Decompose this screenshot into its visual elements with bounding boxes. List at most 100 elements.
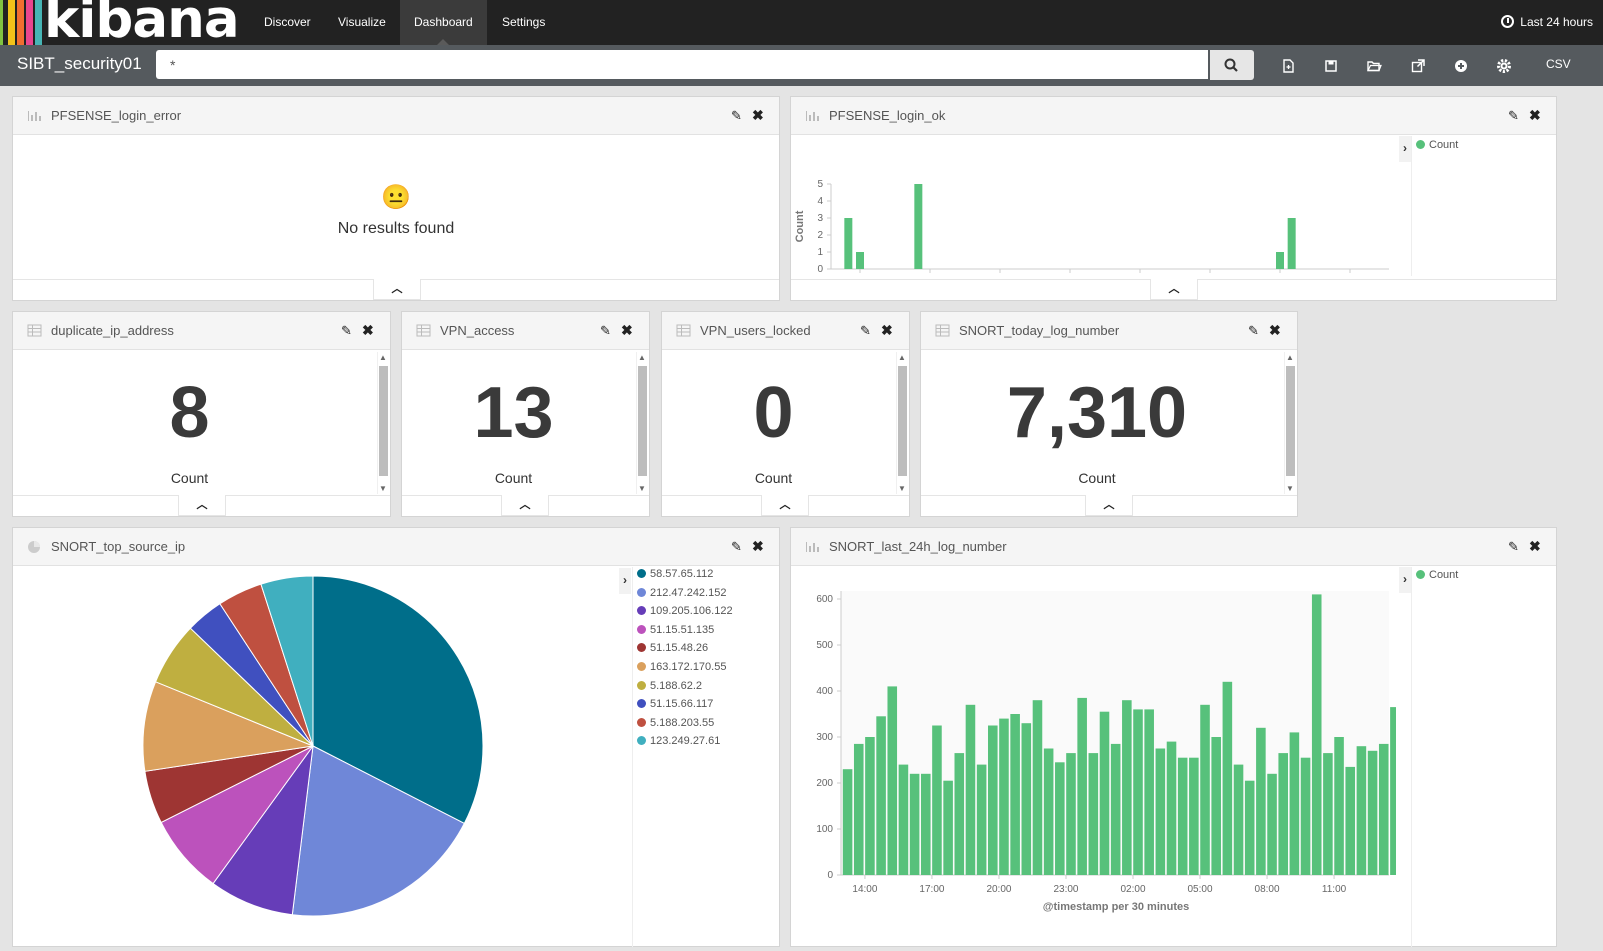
close-icon[interactable]: ✖	[752, 538, 764, 555]
close-icon[interactable]: ✖	[1529, 538, 1541, 555]
scrollbar[interactable]: ▲ ▼	[1284, 352, 1296, 494]
edit-pencil-icon[interactable]: ✎	[341, 323, 352, 339]
edit-pencil-icon[interactable]: ✎	[731, 108, 742, 124]
metric-label: Count	[1078, 470, 1116, 486]
tab-visualize[interactable]: Visualize	[324, 0, 400, 45]
save-icon[interactable]	[1323, 58, 1339, 74]
logo-stripe	[0, 0, 3, 45]
gear-icon[interactable]	[1496, 58, 1512, 74]
legend-label: 51.15.48.26	[650, 642, 709, 655]
pie-chart-icon	[28, 541, 40, 553]
bar	[909, 773, 920, 875]
no-results-text: No results found	[337, 220, 455, 237]
search-button[interactable]	[1210, 50, 1254, 80]
legend-item[interactable]: Count	[1416, 139, 1458, 151]
csv-button[interactable]: CSV	[1546, 57, 1571, 71]
edit-pencil-icon[interactable]: ✎	[1248, 323, 1259, 339]
share-icon[interactable]	[1410, 58, 1426, 74]
y-tick-label: 2	[817, 230, 823, 241]
bar	[1211, 737, 1221, 875]
legend-item[interactable]: 51.15.48.26	[637, 642, 708, 654]
legend-item[interactable]: 212.47.242.152	[637, 587, 726, 599]
chevron-up-icon[interactable]: ︿	[1085, 495, 1133, 516]
legend-item[interactable]: 5.188.203.55	[637, 717, 714, 729]
y-tick-label: 4	[817, 196, 823, 207]
metric-value: 7,310	[1006, 373, 1188, 453]
chevron-up-icon[interactable]: ︿	[1150, 279, 1198, 300]
chevron-up-icon[interactable]: ︿	[373, 279, 421, 300]
add-panel-icon[interactable]	[1453, 58, 1469, 74]
bar-chart-icon	[28, 111, 41, 121]
y-tick-label: 3	[817, 213, 823, 224]
panel-footer: ︿	[402, 495, 649, 516]
chevron-up-icon[interactable]: ︿	[501, 495, 549, 516]
edit-pencil-icon[interactable]: ✎	[1508, 539, 1519, 555]
metric-value: 0	[753, 373, 794, 453]
close-icon[interactable]: ✖	[1529, 107, 1541, 124]
open-folder-icon[interactable]	[1366, 58, 1382, 74]
legend-item[interactable]: 51.15.66.117	[637, 698, 713, 710]
scrollbar[interactable]: ▲ ▼	[896, 352, 908, 494]
search-icon	[1224, 58, 1238, 72]
panel-header: PFSENSE_login_ok ✎ ✖	[791, 97, 1556, 135]
bar	[1099, 711, 1110, 875]
legend-swatch	[637, 680, 646, 690]
edit-pencil-icon[interactable]: ✎	[731, 539, 742, 555]
legend-item[interactable]: 51.15.51.135	[637, 624, 714, 636]
panel-header: VPN_users_locked ✎ ✖	[662, 312, 909, 350]
bar	[1189, 757, 1199, 875]
new-dashboard-icon[interactable]	[1280, 58, 1296, 74]
bar	[856, 252, 864, 269]
close-icon[interactable]: ✖	[752, 107, 764, 124]
time-range-label: Last 24 hours	[1520, 15, 1593, 29]
y-tick-label: 400	[816, 686, 833, 697]
legend-item[interactable]: 109.205.106.122	[637, 605, 733, 617]
legend-toggle-icon[interactable]: ›	[619, 568, 631, 594]
legend-item[interactable]: Count	[1416, 569, 1458, 581]
bar	[1378, 743, 1389, 875]
x-tick-label: 08:00	[1255, 884, 1280, 895]
panel-header: VPN_access ✎ ✖	[402, 312, 649, 350]
chevron-up-icon[interactable]: ︿	[178, 495, 226, 516]
search-input[interactable]	[156, 50, 1208, 79]
legend-item[interactable]: 58.57.65.112	[637, 568, 713, 580]
panel-header: SNORT_today_log_number ✎ ✖	[921, 312, 1297, 350]
bar	[1334, 737, 1344, 875]
panel-header: PFSENSE_login_error ✎ ✖	[13, 97, 779, 135]
source-ip-pie-chart	[142, 575, 484, 917]
x-tick-label: 20:00	[986, 884, 1011, 895]
edit-pencil-icon[interactable]: ✎	[1508, 108, 1519, 124]
edit-pencil-icon[interactable]: ✎	[600, 323, 611, 339]
tab-settings[interactable]: Settings	[488, 0, 559, 45]
tab-discover[interactable]: Discover	[250, 0, 325, 45]
panel-title: PFSENSE_login_ok	[829, 108, 946, 123]
panel-duplicate-ip: duplicate_ip_address ✎ ✖ 8 Count ▲ ▼ ︿	[12, 311, 391, 517]
bar	[1278, 753, 1288, 875]
logo-stripe	[8, 0, 15, 45]
edit-pencil-icon[interactable]: ✎	[860, 323, 871, 339]
bar	[1088, 753, 1099, 875]
legend-toggle-icon[interactable]: ›	[1399, 567, 1411, 593]
bar	[887, 686, 898, 875]
tab-dashboard[interactable]: Dashboard	[400, 0, 487, 45]
kibana-logo[interactable]: kibana	[0, 0, 250, 45]
legend-swatch	[637, 717, 646, 727]
legend-item[interactable]: 5.188.62.2	[637, 680, 702, 692]
scrollbar[interactable]: ▲ ▼	[377, 352, 389, 494]
bar	[1166, 741, 1177, 875]
panel-header: SNORT_last_24h_log_number ✎ ✖	[791, 528, 1556, 566]
legend-toggle-icon[interactable]: ›	[1399, 136, 1411, 162]
close-icon[interactable]: ✖	[621, 322, 633, 339]
bar	[976, 764, 987, 875]
close-icon[interactable]: ✖	[881, 322, 893, 339]
close-icon[interactable]: ✖	[362, 322, 374, 339]
time-picker[interactable]: Last 24 hours	[1501, 0, 1593, 45]
legend-item[interactable]: 163.172.170.55	[637, 661, 726, 673]
panel-footer: ︿	[791, 279, 1556, 300]
bar	[865, 737, 875, 875]
metric-label: Count	[170, 470, 209, 486]
close-icon[interactable]: ✖	[1269, 322, 1281, 339]
scrollbar[interactable]: ▲ ▼	[636, 352, 648, 494]
legend-item[interactable]: 123.249.27.61	[637, 735, 720, 747]
chevron-up-icon[interactable]: ︿	[761, 495, 809, 516]
